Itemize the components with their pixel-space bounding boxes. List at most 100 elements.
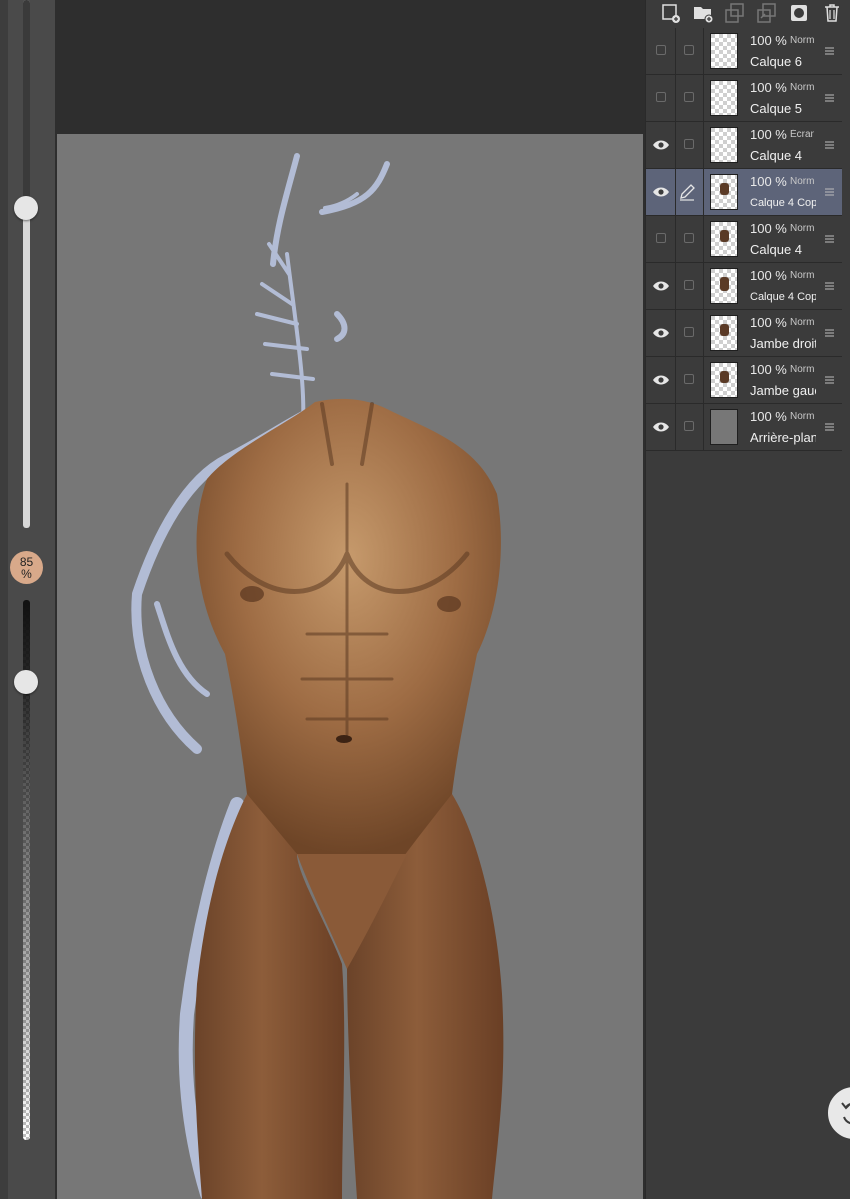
layer-row[interactable]: 100 %Normal Arrière-plan [646, 404, 842, 451]
lock-checkbox[interactable] [684, 421, 694, 431]
visibility-eye-icon[interactable] [652, 373, 670, 387]
drawing-canvas[interactable] [57, 134, 643, 1199]
layer-name: Calque 5 [750, 101, 803, 116]
layer-opacity: 100 % [750, 221, 787, 236]
layer-row[interactable]: 100 %Normal Calque 6 [646, 28, 842, 75]
lock-checkbox[interactable] [684, 139, 694, 149]
drag-handle-icon[interactable] [825, 47, 834, 55]
drag-handle-icon[interactable] [825, 282, 834, 290]
visibility-eye-icon[interactable] [652, 279, 670, 293]
opacity-value-number: 85 [19, 554, 34, 569]
duplicate-layer-icon[interactable] [724, 2, 746, 24]
lock-checkbox[interactable] [684, 327, 694, 337]
visibility-eye-icon[interactable] [652, 185, 670, 199]
merge-layer-icon[interactable] [756, 2, 778, 24]
canvas-workspace [55, 0, 645, 134]
column-divider [675, 75, 676, 122]
torso [196, 398, 501, 854]
layer-opacity: 100 % [750, 362, 787, 377]
layer-thumbnail [710, 80, 738, 116]
column-divider [675, 169, 676, 216]
layer-list: 100 %NormalCalque 6100 %NormalCalque 510… [646, 28, 842, 451]
column-divider [703, 169, 704, 216]
column-divider [703, 122, 704, 169]
layer-row[interactable]: 100 % Écran Calque 4 [646, 122, 842, 169]
lock-checkbox[interactable] [684, 374, 694, 384]
layer-row[interactable]: 100 %Normal Calque 4 Copie [646, 169, 842, 216]
column-divider [703, 404, 704, 451]
layer-blend-mode: Normal [790, 317, 814, 328]
layer-thumbnail [710, 221, 738, 257]
layer-opacity: 100 % [750, 174, 787, 189]
layer-blend-mode: Normal [790, 270, 814, 281]
layers-toolbar [646, 0, 850, 28]
rotate-canvas-button[interactable] [826, 1085, 850, 1141]
layer-blend-mode: Normal [790, 35, 814, 46]
column-divider [675, 263, 676, 310]
visibility-eye-icon[interactable] [652, 138, 670, 152]
brush-size-slider-fill [23, 0, 30, 208]
layer-thumbnail [710, 268, 738, 304]
layer-thumbnail [710, 127, 738, 163]
layer-row[interactable]: 100 %Normal Jambe gauche [646, 357, 842, 404]
visibility-checkbox[interactable] [656, 92, 666, 102]
drag-handle-icon[interactable] [825, 141, 834, 149]
opacity-value-unit: % [21, 566, 32, 581]
layer-blend-mode: Normal [790, 364, 814, 375]
layer-opacity: 100 % [750, 127, 787, 142]
drag-handle-icon[interactable] [825, 235, 834, 243]
layer-name: Calque 4 [750, 148, 803, 163]
layer-thumbnail [710, 362, 738, 398]
layer-row[interactable]: 100 %Normal Jambe droite [646, 310, 842, 357]
layer-row[interactable]: 100 %Normal Calque 4 [646, 216, 842, 263]
visibility-eye-icon[interactable] [652, 420, 670, 434]
brush-opacity-slider-thumb[interactable] [14, 670, 38, 694]
layer-blend-mode: Écran [790, 129, 814, 140]
column-divider [703, 216, 704, 263]
layer-name: Calque 4 Copie [750, 197, 816, 209]
layer-blend-mode: Normal [790, 223, 814, 234]
lock-checkbox[interactable] [684, 92, 694, 102]
visibility-eye-icon[interactable] [652, 326, 670, 340]
layer-blend-mode: Normal [790, 176, 814, 187]
visibility-checkbox[interactable] [656, 45, 666, 55]
layer-thumbnail [710, 409, 738, 445]
column-divider [675, 310, 676, 357]
column-divider [675, 357, 676, 404]
brush-size-slider-thumb[interactable] [14, 196, 38, 220]
visibility-checkbox[interactable] [656, 233, 666, 243]
drag-handle-icon[interactable] [825, 188, 834, 196]
layer-blend-mode: Normal [790, 411, 814, 422]
column-divider [675, 28, 676, 75]
column-divider [703, 357, 704, 404]
column-divider [675, 216, 676, 263]
layer-blend-mode: Normal [790, 82, 814, 93]
drag-handle-icon[interactable] [825, 94, 834, 102]
column-divider [703, 310, 704, 357]
brush-sliders-bar: 85 % [0, 0, 55, 1199]
left-edge [0, 0, 8, 1199]
lock-checkbox[interactable] [684, 45, 694, 55]
layer-row[interactable]: 100 %Normal Calque 5 [646, 75, 842, 122]
drag-handle-icon[interactable] [825, 329, 834, 337]
layer-opacity: 100 % [750, 409, 787, 424]
layer-mask-icon[interactable] [788, 2, 810, 24]
drag-handle-icon[interactable] [825, 423, 834, 431]
drag-handle-icon[interactable] [825, 376, 834, 384]
layer-opacity: 100 % [750, 80, 787, 95]
layer-opacity: 100 % [750, 33, 787, 48]
opacity-value-badge: 85 % [10, 551, 43, 584]
artwork [131, 153, 504, 1199]
layer-thumbnail [710, 174, 738, 210]
layer-row[interactable]: 100 %Normal Calque 4 Copie [646, 263, 842, 310]
layer-name: Calque 4 [750, 242, 803, 257]
layer-thumbnail [710, 33, 738, 69]
column-divider [703, 28, 704, 75]
lock-checkbox[interactable] [684, 233, 694, 243]
new-folder-icon[interactable] [692, 2, 714, 24]
column-divider [675, 404, 676, 451]
trash-icon[interactable] [821, 2, 843, 24]
pen-icon [680, 184, 695, 201]
new-raster-layer-icon[interactable] [660, 2, 682, 24]
lock-checkbox[interactable] [684, 280, 694, 290]
